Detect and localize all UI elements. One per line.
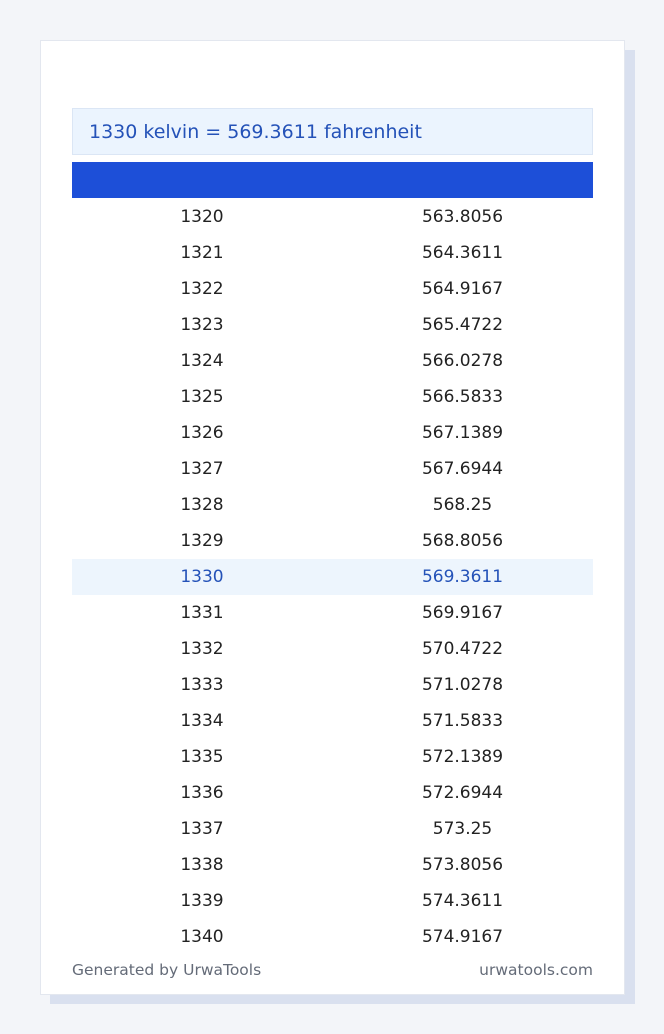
table-row: 1338 573.8056	[72, 847, 593, 883]
fahrenheit-cell: 567.6944	[421, 459, 504, 479]
table-row: 1337 573.25	[72, 811, 593, 847]
table-row: 1326 567.1389	[72, 415, 593, 451]
fahrenheit-cell: 571.5833	[421, 711, 504, 731]
fahrenheit-cell: 574.3611	[421, 891, 504, 911]
fahrenheit-cell: 569.3611	[421, 567, 504, 587]
table-row: 1328 568.25	[72, 487, 593, 523]
table-row: 1320 563.8056	[72, 199, 593, 235]
kelvin-cell: 1326	[180, 423, 224, 443]
fahrenheit-cell: 568.8056	[421, 531, 504, 551]
kelvin-cell: 1330	[180, 567, 224, 587]
kelvin-cell: 1325	[180, 387, 224, 407]
conversion-result: 1330 kelvin = 569.3611 fahrenheit	[72, 108, 593, 155]
kelvin-cell: 1335	[180, 747, 224, 767]
fahrenheit-cell: 563.8056	[421, 207, 504, 227]
kelvin-cell: 1329	[180, 531, 224, 551]
kelvin-cell: 1333	[180, 675, 224, 695]
table-row: 1335 572.1389	[72, 739, 593, 775]
fahrenheit-cell: 569.9167	[421, 603, 504, 623]
kelvin-cell: 1327	[180, 459, 224, 479]
conversion-table: 1320 563.8056 1321 564.3611 1322 564.9167 1323…	[72, 199, 593, 955]
table-row: 1332 570.4722	[72, 631, 593, 667]
footer-credit: Generated by UrwaTools	[72, 961, 262, 979]
header-fahrenheit	[333, 162, 594, 198]
fahrenheit-cell: 572.6944	[421, 783, 504, 803]
fahrenheit-cell: 570.4722	[421, 639, 504, 659]
fahrenheit-cell: 573.8056	[421, 855, 504, 875]
table-row-highlighted: 1330 569.3611	[72, 559, 593, 595]
fahrenheit-cell: 566.0278	[421, 351, 504, 371]
table-row: 1336 572.6944	[72, 775, 593, 811]
fahrenheit-cell: 574.9167	[421, 927, 504, 947]
table-row: 1333 571.0278	[72, 667, 593, 703]
kelvin-cell: 1337	[180, 819, 224, 839]
kelvin-cell: 1323	[180, 315, 224, 335]
kelvin-cell: 1336	[180, 783, 224, 803]
fahrenheit-cell: 565.4722	[421, 315, 504, 335]
table-row: 1329 568.8056	[72, 523, 593, 559]
fahrenheit-cell: 566.5833	[421, 387, 504, 407]
fahrenheit-cell: 567.1389	[421, 423, 504, 443]
fahrenheit-cell: 564.3611	[421, 243, 504, 263]
kelvin-cell: 1321	[180, 243, 224, 263]
conversion-card: 1330 kelvin = 569.3611 fahrenheit 1320 56…	[40, 40, 625, 995]
header-kelvin	[72, 162, 333, 198]
table-row: 1325 566.5833	[72, 379, 593, 415]
table-row: 1324 566.0278	[72, 343, 593, 379]
fahrenheit-cell: 564.9167	[421, 279, 504, 299]
kelvin-cell: 1339	[180, 891, 224, 911]
fahrenheit-cell: 572.1389	[421, 747, 504, 767]
table-row: 1327 567.6944	[72, 451, 593, 487]
kelvin-cell: 1324	[180, 351, 224, 371]
kelvin-cell: 1322	[180, 279, 224, 299]
table-row: 1321 564.3611	[72, 235, 593, 271]
table-row: 1340 574.9167	[72, 919, 593, 955]
kelvin-cell: 1331	[180, 603, 224, 623]
footer-site: urwatools.com	[479, 961, 593, 979]
kelvin-cell: 1332	[180, 639, 224, 659]
table-header	[72, 162, 593, 198]
table-row: 1331 569.9167	[72, 595, 593, 631]
table-row: 1339 574.3611	[72, 883, 593, 919]
kelvin-cell: 1338	[180, 855, 224, 875]
table-row: 1323 565.4722	[72, 307, 593, 343]
fahrenheit-cell: 573.25	[432, 819, 493, 839]
table-row: 1334 571.5833	[72, 703, 593, 739]
kelvin-cell: 1340	[180, 927, 224, 947]
footer: Generated by UrwaTools urwatools.com	[72, 961, 593, 985]
fahrenheit-cell: 571.0278	[421, 675, 504, 695]
kelvin-cell: 1320	[180, 207, 224, 227]
kelvin-cell: 1328	[180, 495, 224, 515]
table-row: 1322 564.9167	[72, 271, 593, 307]
fahrenheit-cell: 568.25	[432, 495, 493, 515]
kelvin-cell: 1334	[180, 711, 224, 731]
